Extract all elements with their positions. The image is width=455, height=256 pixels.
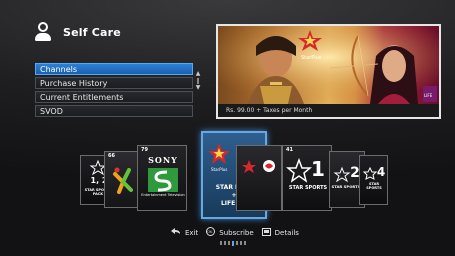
info-icon — [261, 227, 271, 238]
header: Self Care — [33, 22, 121, 42]
menu-scroll-indicator[interactable]: ▲ ▼ — [194, 71, 202, 95]
svg-text:OK: OK — [207, 230, 213, 234]
tile-caption: STAR SPORTS — [366, 182, 382, 190]
scroll-down-arrow-icon: ▼ — [195, 84, 201, 91]
exit-label: Exit — [185, 228, 199, 237]
sony-subtext: Entertainment Television — [141, 193, 185, 197]
kids-logo-icon — [113, 167, 133, 194]
ok-icon: OK — [206, 227, 216, 238]
menu-item-current-entitlements[interactable]: Current Entitlements — [35, 91, 193, 103]
channel-tile-sony[interactable]: 79 SONY Entertainment Television — [137, 145, 187, 211]
back-arrow-icon — [171, 228, 181, 237]
star-sports-icon — [362, 166, 378, 180]
preview-logos-icon — [242, 160, 275, 173]
subscribe-label: Subscribe — [219, 228, 254, 237]
menu-item-svod[interactable]: SVOD — [35, 105, 193, 117]
scroll-up-arrow-icon: ▲ — [195, 70, 201, 77]
star-sports-1-number: 1 — [311, 157, 325, 181]
star-sports-4-number: 4 — [376, 165, 386, 179]
tile-caption: STAR SPORTS — [331, 184, 361, 189]
self-care-screen: Self Care Channels Purchase History Curr… — [0, 0, 455, 256]
price-text: Rs. 99.00 + Taxes per Month — [218, 104, 439, 117]
svg-text:LIFE: LIFE — [424, 93, 433, 98]
details-button[interactable]: Details — [261, 227, 299, 238]
star-plus-logo-text: StarPlus — [211, 167, 227, 172]
channel-tile-star-sports-1[interactable]: 41 1 STAR SPORTS — [282, 145, 332, 211]
channel-tile-star-plus-life-ok-preview[interactable] — [236, 145, 282, 211]
banner-image: StarPlus LIFE — [218, 26, 439, 104]
channel-tile-star-sports-4[interactable]: 4 STAR SPORTS — [359, 155, 388, 205]
sony-logo-icon — [148, 168, 178, 192]
carousel-position-indicator — [218, 241, 248, 246]
page-title: Self Care — [63, 25, 121, 39]
subscribe-button[interactable]: OK Subscribe — [206, 227, 254, 238]
self-care-menu: Channels Purchase History Current Entitl… — [35, 63, 193, 119]
user-icon — [33, 22, 53, 42]
promo-banner: StarPlus LIFE Rs. 99.00 + Taxes per Mont… — [216, 24, 441, 119]
tile-caption: STAR SPORTS — [288, 185, 328, 191]
menu-item-purchase-history[interactable]: Purchase History — [35, 77, 193, 89]
footer-controls: Exit OK Subscribe Details — [171, 227, 307, 238]
menu-item-channels[interactable]: Channels — [35, 63, 193, 75]
channel-number: 66 — [108, 153, 115, 159]
channel-tile-kids[interactable]: 66 — [104, 151, 140, 208]
exit-button[interactable]: Exit — [171, 228, 198, 237]
details-label: Details — [274, 228, 299, 237]
banner-logo-text: StarPlus — [301, 55, 322, 61]
